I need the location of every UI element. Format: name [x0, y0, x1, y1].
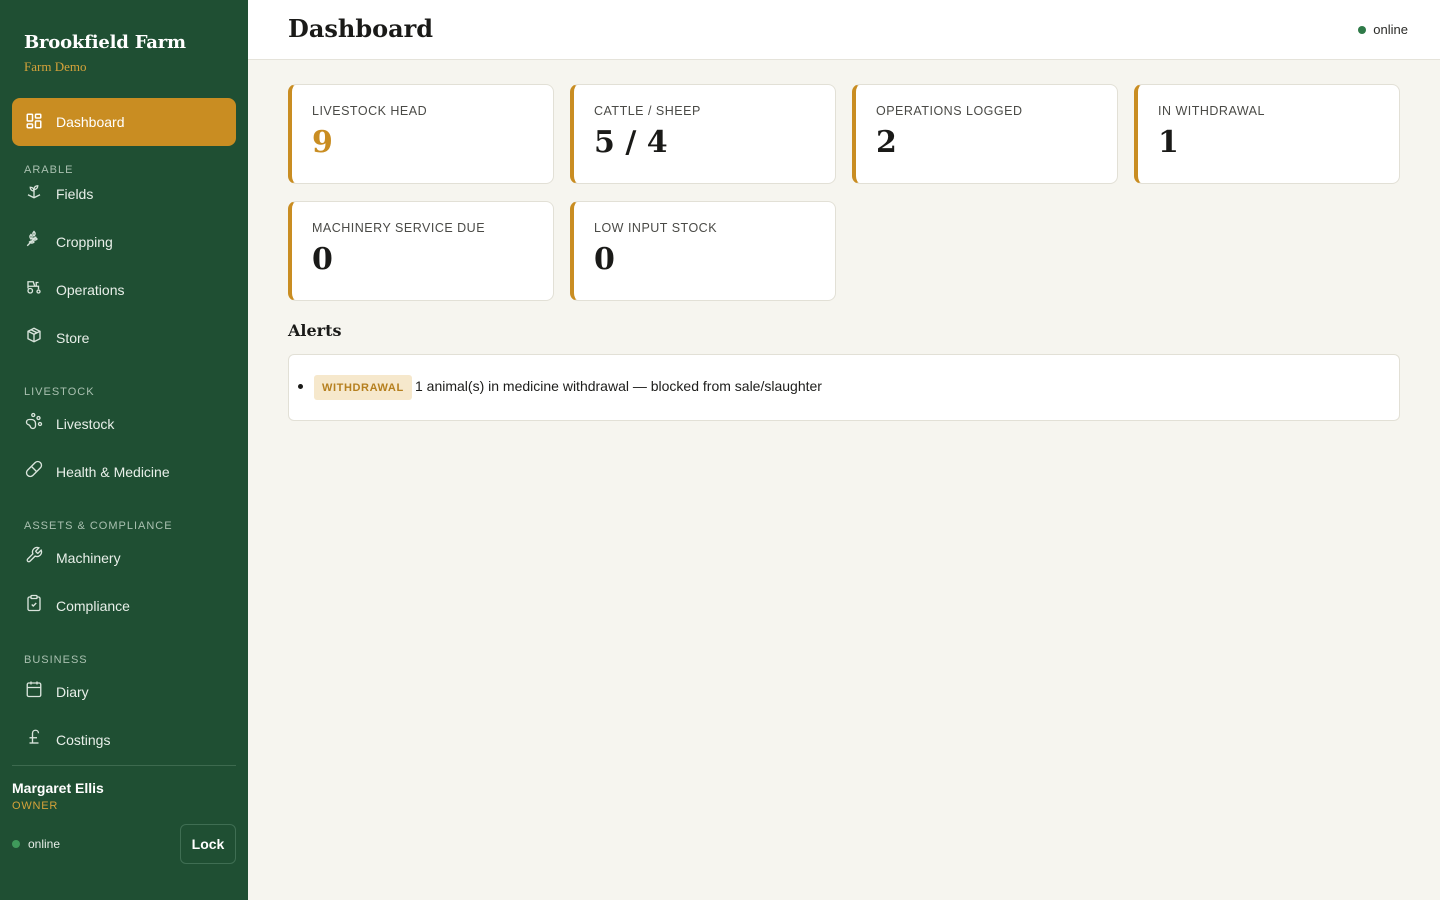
stat-value: 1	[1158, 125, 1179, 160]
stat-label: OPERATIONS LOGGED	[876, 104, 1023, 118]
sidebar: Brookfield Farm Farm Demo Dashboard ARAB…	[0, 0, 248, 900]
sidebar-item-cropping[interactable]: Cropping	[12, 218, 236, 266]
withdrawal-badge: WITHDRAWAL	[314, 375, 412, 400]
stat-card-low-input-stock: LOW INPUT STOCK 0	[570, 201, 836, 301]
stat-label: MACHINERY SERVICE DUE	[312, 221, 486, 235]
sidebar-item-label: Store	[56, 330, 90, 346]
stat-card-in-withdrawal: IN WITHDRAWAL 1	[1134, 84, 1400, 184]
user-role: OWNER	[12, 800, 59, 812]
sidebar-item-label: Fields	[56, 186, 94, 202]
stat-label: LOW INPUT STOCK	[594, 221, 718, 235]
top-bar: Dashboard online	[248, 0, 1440, 60]
stat-card-cattle-sheep: CATTLE / SHEEP 5 / 4	[570, 84, 836, 184]
sidebar-item-label: Compliance	[56, 598, 130, 614]
brand-subtitle: Farm Demo	[24, 59, 87, 74]
page-title: Dashboard	[288, 14, 434, 43]
paw-print-icon	[24, 411, 44, 431]
stat-value: 0	[594, 242, 615, 277]
sidebar-item-label: Machinery	[56, 550, 121, 566]
section-arable: ARABLE	[24, 164, 74, 176]
tractor-icon	[24, 277, 44, 297]
sidebar-item-costings[interactable]: Costings	[12, 716, 236, 756]
lock-button[interactable]: Lock	[180, 824, 236, 864]
sidebar-item-diary[interactable]: Diary	[12, 668, 236, 716]
sidebar-item-compliance[interactable]: Compliance	[12, 582, 236, 630]
pound-sterling-icon	[24, 727, 44, 747]
stat-value: 9	[312, 125, 333, 160]
clipboard-check-icon	[24, 593, 44, 613]
sidebar-divider	[12, 765, 236, 766]
calendar-icon	[24, 679, 44, 699]
section-livestock: LIVESTOCK	[24, 386, 95, 398]
sidebar-item-label: Health & Medicine	[56, 464, 170, 480]
alert-text: 1 animal(s) in medicine withdrawal — blo…	[415, 378, 822, 394]
alerts-list: WITHDRAWAL 1 animal(s) in medicine withd…	[288, 354, 1400, 421]
sprout-icon	[24, 181, 44, 201]
sidebar-item-label: Cropping	[56, 234, 113, 250]
sidebar-item-livestock[interactable]: Livestock	[12, 400, 236, 448]
sidebar-connection-status: online	[12, 837, 60, 851]
stat-card-operations-logged: OPERATIONS LOGGED 2	[852, 84, 1118, 184]
sidebar-item-machinery[interactable]: Machinery	[12, 534, 236, 582]
sidebar-item-operations[interactable]: Operations	[12, 266, 236, 314]
section-business: BUSINESS	[24, 654, 88, 666]
pill-icon	[24, 459, 44, 479]
stat-label: CATTLE / SHEEP	[594, 104, 701, 118]
stat-value: 5 / 4	[594, 125, 668, 160]
sidebar-nav: Dashboard ARABLE Fields Cropping Operati…	[12, 98, 236, 756]
box-icon	[24, 325, 44, 345]
dashboard-icon	[24, 111, 44, 131]
brand-title: Brookfield Farm	[24, 32, 186, 53]
stat-card-livestock-head: LIVESTOCK HEAD 9	[288, 84, 554, 184]
sidebar-item-label: Dashboard	[56, 114, 125, 130]
section-assets-compliance: ASSETS & COMPLIANCE	[24, 520, 173, 532]
stat-label: LIVESTOCK HEAD	[312, 104, 428, 118]
sidebar-item-label: Diary	[56, 684, 89, 700]
sidebar-item-label: Livestock	[56, 416, 115, 432]
list-bullet	[298, 384, 303, 389]
alerts-heading: Alerts	[288, 321, 342, 340]
sidebar-item-label: Operations	[56, 282, 125, 298]
user-name: Margaret Ellis	[12, 780, 104, 796]
stat-value: 2	[876, 125, 897, 160]
wheat-icon	[24, 229, 44, 249]
sidebar-status-text: online	[28, 837, 61, 851]
sidebar-item-store[interactable]: Store	[12, 314, 236, 362]
sidebar-item-fields[interactable]: Fields	[12, 170, 236, 218]
wrench-icon	[24, 545, 44, 565]
stat-value: 0	[312, 242, 333, 277]
sidebar-item-dashboard[interactable]: Dashboard	[12, 98, 236, 146]
online-indicator-icon	[12, 840, 20, 848]
sidebar-item-health[interactable]: Health & Medicine	[12, 448, 236, 496]
stat-label: IN WITHDRAWAL	[1158, 104, 1265, 118]
brand: Brookfield Farm Farm Demo	[24, 32, 186, 75]
header-status-text: online	[1373, 22, 1408, 37]
stat-card-machinery-service-due: MACHINERY SERVICE DUE 0	[288, 201, 554, 301]
sidebar-item-label: Costings	[56, 732, 111, 748]
header-connection-status: online	[1358, 22, 1408, 37]
online-indicator-icon	[1358, 25, 1367, 34]
